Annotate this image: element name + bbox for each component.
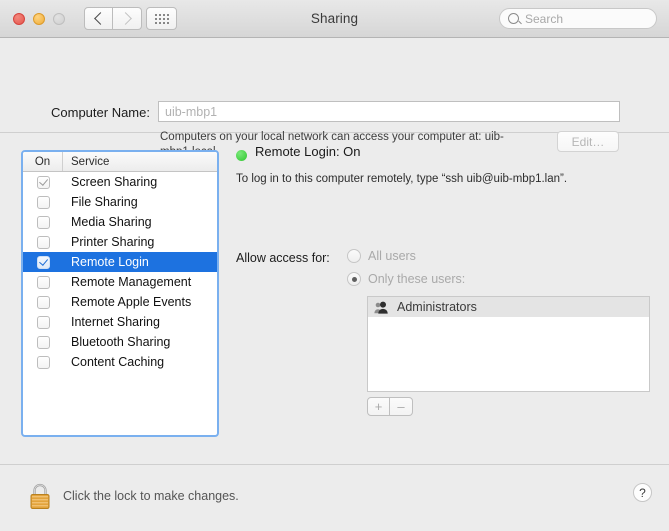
services-list[interactable]: On Service Screen Sharing File Sharing Med…: [21, 150, 219, 437]
column-header-on: On: [23, 152, 63, 171]
table-row[interactable]: Remote Management: [23, 272, 217, 292]
service-name-cell: File Sharing: [71, 195, 138, 209]
service-checkbox[interactable]: [36, 235, 50, 249]
services-list-body: Screen Sharing File Sharing Media Sharing P…: [23, 172, 217, 372]
service-enabled-cell: [23, 215, 63, 229]
radio-only-these-users-label: Only these users:: [368, 272, 466, 286]
allowed-users-list[interactable]: Administrators: [367, 296, 650, 392]
service-checkbox[interactable]: [36, 315, 50, 329]
service-name-cell: Internet Sharing: [71, 315, 160, 329]
search-input[interactable]: Search: [499, 8, 657, 29]
service-enabled-cell: [23, 195, 63, 209]
table-row[interactable]: Internet Sharing: [23, 312, 217, 332]
service-name-cell: Media Sharing: [71, 215, 152, 229]
service-name-cell: Content Caching: [71, 355, 165, 369]
services-list-header: On Service: [23, 152, 217, 172]
service-enabled-cell: [23, 335, 63, 349]
list-item[interactable]: Administrators: [368, 297, 649, 317]
computer-name-value: uib-mbp1: [165, 104, 218, 119]
column-header-service: Service: [71, 155, 110, 168]
computer-name-section: Computer Name: uib-mbp1 Computers on you…: [0, 38, 669, 158]
service-enabled-cell: [23, 275, 63, 289]
service-enabled-cell: [23, 175, 63, 189]
service-checkbox[interactable]: [36, 355, 50, 369]
allowed-user-name: Administrators: [397, 300, 477, 314]
radio-only-these-users: Only these users:: [347, 272, 465, 286]
service-status-description: To log in to this computer remotely, typ…: [236, 173, 568, 185]
service-name-cell: Bluetooth Sharing: [71, 335, 171, 349]
footer-bar: Click the lock to make changes. ?: [0, 464, 669, 531]
service-checkbox[interactable]: [36, 275, 50, 289]
remove-user-button: –: [390, 397, 413, 416]
service-name-cell: Remote Apple Events: [71, 295, 192, 309]
table-row[interactable]: Bluetooth Sharing: [23, 332, 217, 352]
allow-access-label: Allow access for:: [236, 251, 330, 265]
service-enabled-cell: [23, 235, 63, 249]
radio-only-these-users-control: [347, 272, 361, 286]
service-enabled-cell: [23, 355, 63, 369]
help-button[interactable]: ?: [633, 483, 652, 502]
service-enabled-cell: [23, 315, 63, 329]
service-checkbox[interactable]: [36, 195, 50, 209]
service-checkbox[interactable]: [36, 255, 50, 269]
service-checkbox[interactable]: [36, 295, 50, 309]
lock-hint-text: Click the lock to make changes.: [63, 489, 239, 503]
computer-name-field[interactable]: uib-mbp1: [158, 101, 620, 122]
radio-all-users-label: All users: [368, 249, 416, 263]
service-enabled-cell: [23, 255, 63, 269]
service-status-title: Remote Login: On: [255, 144, 361, 159]
computer-name-label: Computer Name:: [51, 105, 150, 120]
table-row[interactable]: Remote Apple Events: [23, 292, 217, 312]
add-remove-user-buttons: + –: [367, 397, 413, 416]
service-enabled-cell: [23, 295, 63, 309]
service-checkbox[interactable]: [36, 175, 50, 189]
table-row[interactable]: Media Sharing: [23, 212, 217, 232]
service-checkbox[interactable]: [36, 335, 50, 349]
table-row[interactable]: Remote Login: [23, 252, 217, 272]
radio-all-users-control: [347, 249, 361, 263]
add-user-button: +: [367, 397, 390, 416]
table-row[interactable]: File Sharing: [23, 192, 217, 212]
table-row[interactable]: Screen Sharing: [23, 172, 217, 192]
search-icon: [508, 13, 519, 24]
sharing-preferences-window: Sharing Search Computer Name: uib-mbp1 C…: [0, 0, 669, 531]
table-row[interactable]: Printer Sharing: [23, 232, 217, 252]
table-row[interactable]: Content Caching: [23, 352, 217, 372]
group-users-icon: [374, 301, 388, 314]
status-indicator-dot: [236, 150, 247, 161]
service-name-cell: Remote Login: [71, 255, 149, 269]
service-name-cell: Screen Sharing: [71, 175, 158, 189]
service-name-cell: Printer Sharing: [71, 235, 155, 249]
main-content: On Service Screen Sharing File Sharing Med…: [0, 133, 669, 463]
search-placeholder: Search: [525, 11, 564, 26]
service-name-cell: Remote Management: [71, 275, 192, 289]
radio-all-users: All users: [347, 249, 416, 263]
lock-closed-icon[interactable]: [27, 481, 53, 511]
service-checkbox[interactable]: [36, 215, 50, 229]
window-titlebar: Sharing Search: [0, 0, 669, 38]
